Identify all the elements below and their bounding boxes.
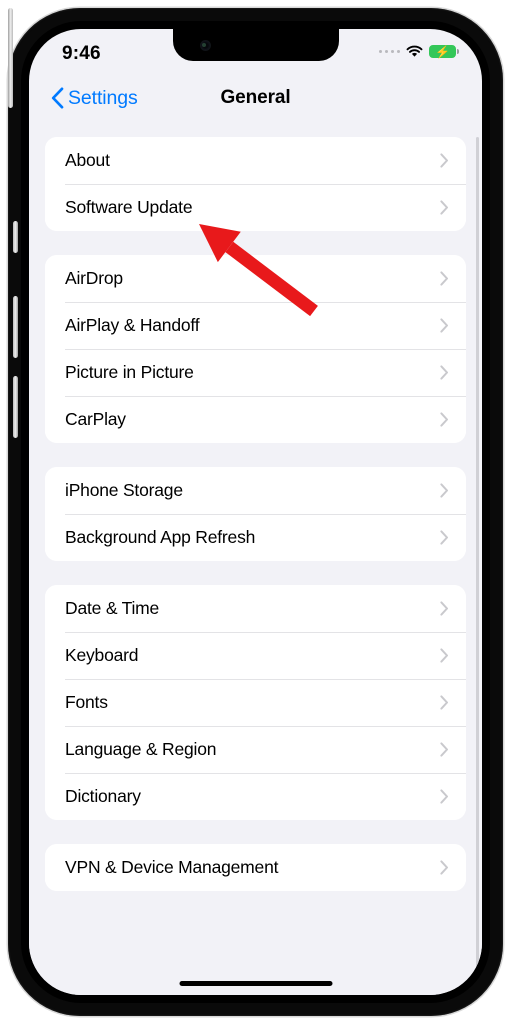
settings-row-date-time[interactable]: Date & Time [45, 585, 466, 632]
chevron-right-icon [440, 601, 448, 616]
chevron-right-icon [440, 695, 448, 710]
settings-row-dictionary[interactable]: Dictionary [45, 773, 466, 820]
settings-row-vpn-device-management[interactable]: VPN & Device Management [45, 844, 466, 891]
phone-screen: 9:46 ⚡ Settings General About Software U… [29, 29, 482, 995]
battery-charging-icon: ⚡ [429, 44, 459, 59]
settings-row-fonts[interactable]: Fonts [45, 679, 466, 726]
chevron-right-icon [440, 742, 448, 757]
navigation-bar: Settings General [29, 75, 482, 121]
chevron-right-icon [440, 789, 448, 804]
settings-row-language-region[interactable]: Language & Region [45, 726, 466, 773]
settings-row-background-app-refresh[interactable]: Background App Refresh [45, 514, 466, 561]
settings-group-1: AirDrop AirPlay & Handoff Picture in Pictu… [45, 255, 466, 443]
chevron-right-icon [440, 318, 448, 333]
chevron-right-icon [440, 483, 448, 498]
wifi-icon [406, 45, 423, 58]
settings-groups: About Software Update AirDrop AirPlay & Han… [29, 137, 482, 891]
volume-up-button[interactable] [13, 296, 18, 358]
status-bar-time: 9:46 [62, 43, 101, 64]
settings-row-label: Background App Refresh [65, 527, 256, 547]
page-title: General [220, 87, 291, 108]
chevron-right-icon [440, 530, 448, 545]
notch [172, 29, 339, 61]
settings-row-label: Software Update [65, 197, 193, 217]
chevron-right-icon [440, 200, 448, 215]
volume-down-button[interactable] [13, 376, 18, 438]
chevron-right-icon [440, 412, 448, 427]
settings-row-label: VPN & Device Management [65, 857, 279, 877]
battery-bolt-glyph: ⚡ [435, 44, 450, 59]
settings-row-label: Fonts [65, 692, 108, 712]
home-indicator[interactable] [179, 981, 332, 986]
settings-row-software-update[interactable]: Software Update [45, 184, 466, 231]
settings-row-label: Language & Region [65, 739, 217, 759]
iphone-device-frame: 9:46 ⚡ Settings General About Software U… [8, 8, 503, 1016]
settings-row-about[interactable]: About [45, 137, 466, 184]
scroll-indicator[interactable] [476, 137, 479, 992]
settings-row-label: About [65, 150, 110, 170]
settings-row-label: AirDrop [65, 268, 123, 288]
settings-row-label: Dictionary [65, 786, 141, 806]
chevron-right-icon [440, 365, 448, 380]
settings-row-airdrop[interactable]: AirDrop [45, 255, 466, 302]
settings-group-0: About Software Update [45, 137, 466, 231]
settings-group-3: Date & Time Keyboard Fonts Language & Regio… [45, 585, 466, 820]
settings-row-keyboard[interactable]: Keyboard [45, 632, 466, 679]
settings-row-picture-in-picture[interactable]: Picture in Picture [45, 349, 466, 396]
settings-row-label: CarPlay [65, 409, 126, 429]
settings-group-4: VPN & Device Management [45, 844, 466, 891]
front-camera-icon [199, 40, 211, 51]
chevron-left-icon [51, 86, 64, 109]
chevron-right-icon [440, 648, 448, 663]
back-button-label: Settings [68, 86, 138, 109]
settings-row-label: iPhone Storage [65, 480, 183, 500]
settings-group-2: iPhone Storage Background App Refresh [45, 467, 466, 561]
settings-row-iphone-storage[interactable]: iPhone Storage [45, 467, 466, 514]
cellular-dots-icon [378, 49, 400, 54]
chevron-right-icon [440, 271, 448, 286]
status-bar-indicators: ⚡ [378, 44, 459, 59]
back-button-settings[interactable]: Settings [51, 75, 138, 121]
silent-switch[interactable] [13, 221, 18, 253]
chevron-right-icon [440, 153, 448, 168]
settings-row-airplay-handoff[interactable]: AirPlay & Handoff [45, 302, 466, 349]
chevron-right-icon [440, 860, 448, 875]
settings-row-label: AirPlay & Handoff [65, 315, 200, 335]
settings-list-scroll[interactable]: About Software Update AirDrop AirPlay & Han… [29, 121, 482, 995]
power-button[interactable] [8, 8, 13, 108]
settings-row-label: Date & Time [65, 598, 160, 618]
settings-row-carplay[interactable]: CarPlay [45, 396, 466, 443]
settings-row-label: Keyboard [65, 645, 139, 665]
settings-row-label: Picture in Picture [65, 362, 194, 382]
